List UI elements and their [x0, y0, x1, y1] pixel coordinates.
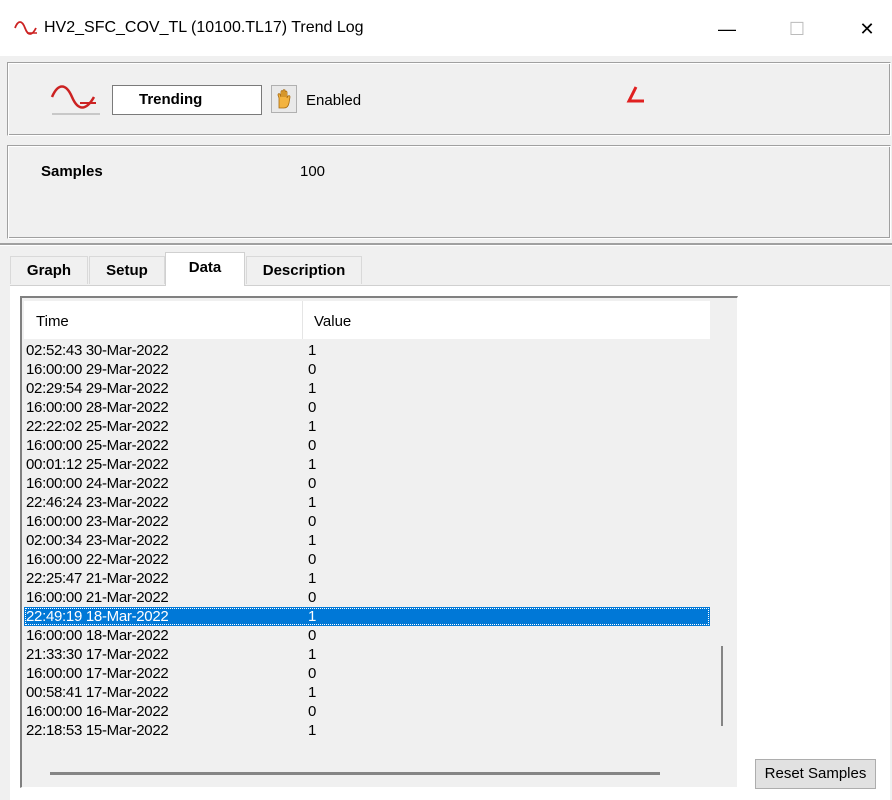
- cell-time: 16:00:00 28-Mar-2022: [26, 399, 169, 416]
- table-row[interactable]: 22:18:53 15-Mar-2022 1: [24, 721, 710, 740]
- cell-time: 22:22:02 25-Mar-2022: [26, 418, 169, 435]
- cell-value: 1: [308, 722, 317, 739]
- trend-wave-icon: [14, 21, 37, 35]
- table-row[interactable]: 02:52:43 30-Mar-2022 1: [24, 341, 710, 360]
- cell-value: 1: [308, 608, 317, 625]
- table-row[interactable]: 02:29:54 29-Mar-2022 1: [24, 379, 710, 398]
- table-header: Time Value: [24, 301, 710, 339]
- cell-time: 16:00:00 17-Mar-2022: [26, 665, 169, 682]
- cell-value: 1: [308, 532, 317, 549]
- cell-time: 22:49:19 18-Mar-2022: [26, 608, 169, 625]
- horizontal-scrollbar[interactable]: [24, 760, 710, 786]
- data-table-body: 02:52:43 30-Mar-2022 1 16:00:00 29-Mar-202…: [24, 341, 710, 760]
- table-row[interactable]: 16:00:00 16-Mar-2022 0: [24, 702, 710, 721]
- cell-time: 00:58:41 17-Mar-2022: [26, 684, 169, 701]
- vertical-scroll-thumb[interactable]: [721, 646, 723, 726]
- cell-value: 0: [308, 513, 317, 530]
- cell-value: 1: [308, 456, 317, 473]
- table-row[interactable]: 16:00:00 21-Mar-2022 0: [24, 588, 710, 607]
- table-row[interactable]: 16:00:00 25-Mar-2022 0: [24, 436, 710, 455]
- column-header-value[interactable]: Value: [314, 313, 351, 330]
- cell-value: 0: [308, 361, 317, 378]
- cell-time: 16:00:00 24-Mar-2022: [26, 475, 169, 492]
- tab-graph[interactable]: Graph: [10, 256, 88, 284]
- hand-icon: [277, 89, 291, 109]
- cell-time: 02:00:34 23-Mar-2022: [26, 532, 169, 549]
- table-row[interactable]: 22:49:19 18-Mar-2022 1: [24, 607, 710, 626]
- cell-value: 0: [308, 437, 317, 454]
- cell-value: 1: [308, 570, 317, 587]
- table-row[interactable]: 22:25:47 21-Mar-2022 1: [24, 569, 710, 588]
- cell-value: 1: [308, 418, 317, 435]
- cell-time: 02:29:54 29-Mar-2022: [26, 380, 169, 397]
- cell-time: 22:18:53 15-Mar-2022: [26, 722, 169, 739]
- enabled-label: Enabled: [306, 92, 362, 109]
- cell-value: 0: [308, 551, 317, 568]
- samples-value: 100: [300, 163, 326, 180]
- samples-label: Samples: [41, 163, 103, 180]
- cell-time: 02:52:43 30-Mar-2022: [26, 342, 169, 359]
- cell-value: 1: [308, 380, 317, 397]
- cell-time: 16:00:00 25-Mar-2022: [26, 437, 169, 454]
- reset-samples-button[interactable]: Reset Samples: [755, 759, 876, 789]
- cell-time: 22:46:24 23-Mar-2022: [26, 494, 169, 511]
- table-row[interactable]: 16:00:00 28-Mar-2022 0: [24, 398, 710, 417]
- table-row[interactable]: 16:00:00 18-Mar-2022 0: [24, 626, 710, 645]
- cell-value: 1: [308, 646, 317, 663]
- cell-time: 00:01:12 25-Mar-2022: [26, 456, 169, 473]
- cell-value: 0: [308, 627, 317, 644]
- close-button[interactable]: ✕: [844, 10, 890, 48]
- tab-setup[interactable]: Setup: [89, 256, 165, 284]
- cell-value: 1: [308, 684, 317, 701]
- table-row[interactable]: 16:00:00 29-Mar-2022 0: [24, 360, 710, 379]
- cell-value: 0: [308, 399, 317, 416]
- table-row[interactable]: 00:01:12 25-Mar-2022 1: [24, 455, 710, 474]
- divider: [0, 243, 892, 246]
- cell-time: 16:00:00 23-Mar-2022: [26, 513, 169, 530]
- cell-time: 16:00:00 21-Mar-2022: [26, 589, 169, 606]
- window-title: HV2_SFC_COV_TL (10100.TL17) Trend Log: [44, 19, 364, 36]
- cell-time: 21:33:30 17-Mar-2022: [26, 646, 169, 663]
- cell-value: 0: [308, 703, 317, 720]
- hand-button[interactable]: [271, 85, 297, 113]
- cell-time: 22:25:47 21-Mar-2022: [26, 570, 169, 587]
- alarm-mark-icon: [626, 86, 644, 103]
- column-header-time[interactable]: Time: [36, 313, 69, 330]
- tab-data[interactable]: Data: [165, 252, 245, 286]
- cell-time: 16:00:00 22-Mar-2022: [26, 551, 169, 568]
- maximize-button[interactable]: ☐: [774, 10, 820, 48]
- vertical-scrollbar[interactable]: [710, 301, 734, 760]
- samples-panel: Samples 100: [7, 145, 891, 239]
- table-row[interactable]: 02:00:34 23-Mar-2022 1: [24, 531, 710, 550]
- minimize-button[interactable]: —: [704, 10, 750, 48]
- table-row[interactable]: 16:00:00 23-Mar-2022 0: [24, 512, 710, 531]
- cell-value: 0: [308, 475, 317, 492]
- cell-time: 16:00:00 16-Mar-2022: [26, 703, 169, 720]
- table-row[interactable]: 22:22:02 25-Mar-2022 1: [24, 417, 710, 436]
- mode-field: Trending: [112, 85, 262, 115]
- horizontal-scroll-thumb[interactable]: [50, 772, 660, 775]
- table-row[interactable]: 16:00:00 22-Mar-2022 0: [24, 550, 710, 569]
- column-separator[interactable]: [302, 301, 303, 339]
- cell-value: 1: [308, 342, 317, 359]
- cell-time: 16:00:00 29-Mar-2022: [26, 361, 169, 378]
- cell-value: 0: [308, 589, 317, 606]
- table-row[interactable]: 00:58:41 17-Mar-2022 1: [24, 683, 710, 702]
- cell-value: 0: [308, 665, 317, 682]
- table-row[interactable]: 16:00:00 17-Mar-2022 0: [24, 664, 710, 683]
- cell-time: 16:00:00 18-Mar-2022: [26, 627, 169, 644]
- title-bar: HV2_SFC_COV_TL (10100.TL17) Trend Log — …: [0, 0, 892, 56]
- tab-description[interactable]: Description: [246, 256, 362, 284]
- trend-wave-icon: [50, 85, 100, 115]
- table-row[interactable]: 22:46:24 23-Mar-2022 1: [24, 493, 710, 512]
- table-row[interactable]: 21:33:30 17-Mar-2022 1: [24, 645, 710, 664]
- table-row[interactable]: 16:00:00 24-Mar-2022 0: [24, 474, 710, 493]
- status-panel: Trending Enabled: [7, 62, 891, 136]
- cell-value: 1: [308, 494, 317, 511]
